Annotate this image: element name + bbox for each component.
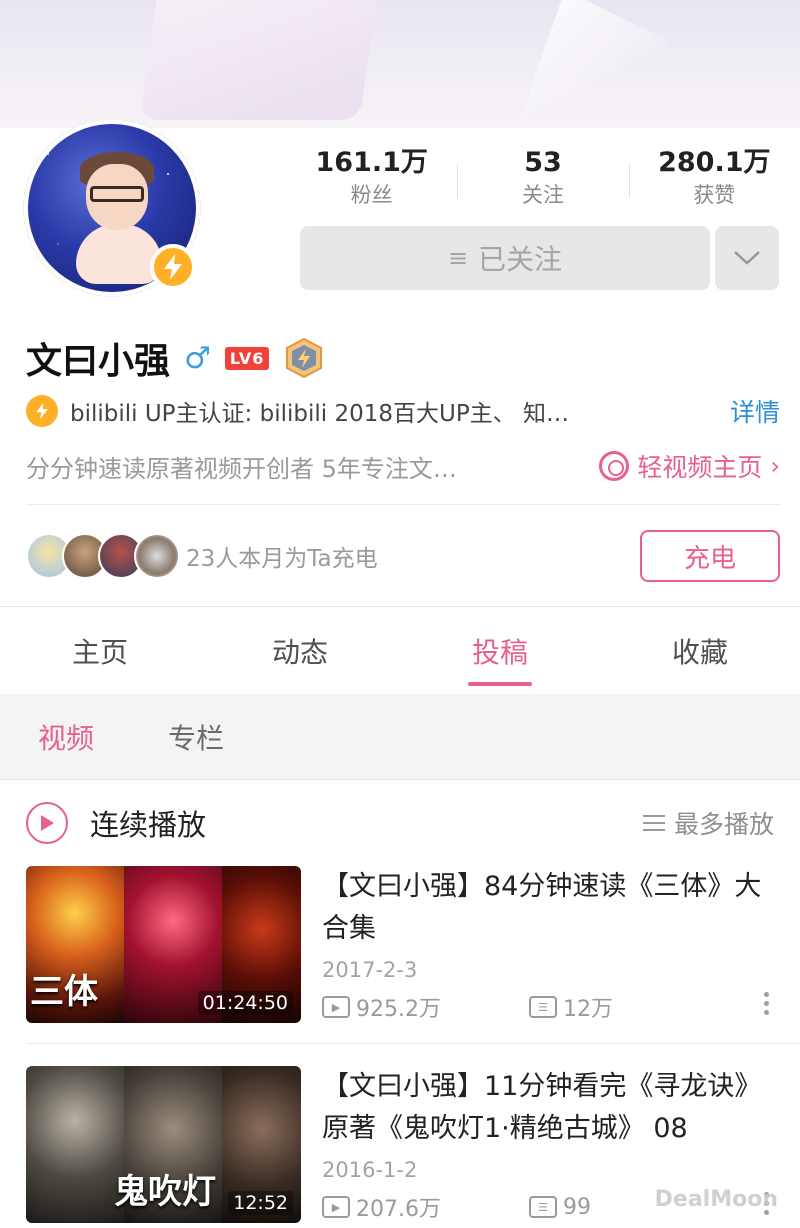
- following-count: 53: [524, 147, 562, 178]
- profile-tabs: 主页 动态 投稿 收藏: [0, 608, 800, 694]
- sort-lines-icon: [642, 815, 665, 831]
- following-stat[interactable]: 53 关注: [457, 146, 628, 216]
- divider: [26, 504, 780, 505]
- banner-decoration: [139, 0, 381, 120]
- play-count-value: 925.2万: [356, 997, 441, 1022]
- danmaku-icon: ☰: [528, 996, 557, 1018]
- certification-text: bilibili UP主认证: bilibili 2018百大UP主、 知…: [70, 401, 570, 427]
- username: 文曰小强: [26, 341, 171, 382]
- submission-subtabs: 视频 专栏: [0, 694, 800, 780]
- tab-favorites[interactable]: 收藏: [600, 608, 800, 694]
- video-date: 2016-1-2: [322, 1158, 418, 1182]
- lightning-verify-icon: [150, 244, 196, 290]
- fans-label: 粉丝: [350, 183, 393, 207]
- thumbnail-text: 鬼吹灯: [114, 1172, 216, 1212]
- likes-label: 获赞: [693, 183, 736, 207]
- profile-stats: 161.1万 粉丝 53 关注 280.1万 获赞: [286, 146, 800, 216]
- likes-count: 280.1万: [658, 147, 771, 178]
- video-meta: ▶ 925.2万 ☰ 12万: [322, 991, 782, 1023]
- play-count: ▶ 925.2万: [322, 991, 441, 1023]
- more-options-icon[interactable]: [762, 992, 770, 1015]
- video-title[interactable]: 【文曰小强】84分钟速读《三体》大合集: [322, 866, 782, 950]
- light-video-icon: [599, 451, 630, 481]
- divider: [0, 606, 800, 607]
- fans-stat[interactable]: 161.1万 粉丝: [286, 146, 457, 216]
- sort-dropdown[interactable]: 最多播放: [642, 805, 774, 841]
- following-label: 关注: [521, 183, 564, 207]
- name-row: 文曰小强 ♂ LV6: [26, 333, 325, 383]
- thumbnail-text: 三体: [30, 972, 98, 1012]
- likes-stat: 280.1万 获赞: [628, 146, 800, 216]
- list-item[interactable]: 三体 01:24:50 【文曰小强】84分钟速读《三体》大合集 2017-2-3…: [0, 866, 800, 1042]
- signature-text: 分分钟速读原著视频开创者 5年专注文…: [26, 454, 457, 483]
- play-all-icon[interactable]: [26, 802, 68, 844]
- subtab-articles[interactable]: 专栏: [168, 717, 224, 757]
- subtab-videos[interactable]: 视频: [38, 717, 94, 757]
- lightning-icon: [26, 395, 58, 427]
- charge-count-text: 23人本月为Ta充电: [186, 546, 378, 572]
- fans-count: 161.1万: [315, 147, 428, 178]
- charge-button[interactable]: 充电: [640, 530, 780, 582]
- danmaku-icon: ☰: [528, 1196, 557, 1218]
- danmaku-count-value: 12万: [562, 997, 613, 1022]
- play-count-value: 207.6万: [356, 1197, 441, 1222]
- sort-label: 最多播放: [673, 810, 774, 839]
- chevron-down-icon: [734, 251, 760, 265]
- charger-avatars[interactable]: [26, 533, 180, 579]
- video-thumbnail[interactable]: 鬼吹灯 12:52: [26, 1066, 301, 1223]
- chevron-right-icon: ›: [770, 452, 780, 480]
- profile-section: 161.1万 粉丝 53 关注 280.1万 获赞 ≡ 已关注 文曰小强 ♂ L…: [0, 120, 800, 608]
- light-video-label: 轻视频主页: [637, 453, 763, 482]
- video-thumbnail[interactable]: 三体 01:24:50: [26, 866, 301, 1023]
- continuous-play-label[interactable]: 连续播放: [90, 802, 642, 844]
- danmaku-count: ☰ 12万: [528, 991, 613, 1023]
- list-header: 连续播放 最多播放: [0, 781, 800, 865]
- play-count-icon: ▶: [322, 1196, 350, 1218]
- watermark: DealMoon: [654, 1187, 778, 1212]
- follow-dropdown-button[interactable]: [715, 226, 779, 290]
- followed-label: 已关注: [478, 243, 563, 276]
- followed-button[interactable]: ≡ 已关注: [300, 226, 710, 290]
- profile-banner: [0, 0, 800, 128]
- level-badge: LV6: [224, 346, 270, 370]
- divider: [26, 1043, 800, 1044]
- charger-avatar: [134, 533, 180, 579]
- danmaku-count: ☰ 99: [528, 1194, 591, 1220]
- video-duration: 12:52: [228, 1191, 293, 1215]
- video-title[interactable]: 【文曰小强】11分钟看完《寻龙诀》原著《鬼吹灯1·精绝古城》 08: [322, 1066, 782, 1150]
- play-count: ▶ 207.6万: [322, 1191, 441, 1223]
- banner-decoration-triangle: [520, 0, 670, 120]
- video-date: 2017-2-3: [322, 958, 418, 982]
- danmaku-count-value: 99: [562, 1194, 591, 1220]
- certification-row: bilibili UP主认证: bilibili 2018百大UP主、 知… 详…: [26, 394, 780, 428]
- video-duration: 01:24:50: [197, 991, 293, 1015]
- details-link[interactable]: 详情: [730, 393, 780, 429]
- tab-dynamics[interactable]: 动态: [200, 608, 400, 694]
- menu-lines-icon: ≡: [447, 244, 469, 272]
- male-icon: ♂: [184, 340, 211, 376]
- play-count-icon: ▶: [322, 996, 350, 1018]
- medal-icon[interactable]: [283, 337, 325, 379]
- charge-row: 23人本月为Ta充电 充电: [26, 526, 780, 586]
- tab-home[interactable]: 主页: [0, 608, 200, 694]
- tab-submissions[interactable]: 投稿: [400, 608, 600, 694]
- signature-row: 分分钟速读原著视频开创者 5年专注文… 轻视频主页 ›: [26, 448, 780, 484]
- light-video-link[interactable]: 轻视频主页 ›: [599, 448, 780, 484]
